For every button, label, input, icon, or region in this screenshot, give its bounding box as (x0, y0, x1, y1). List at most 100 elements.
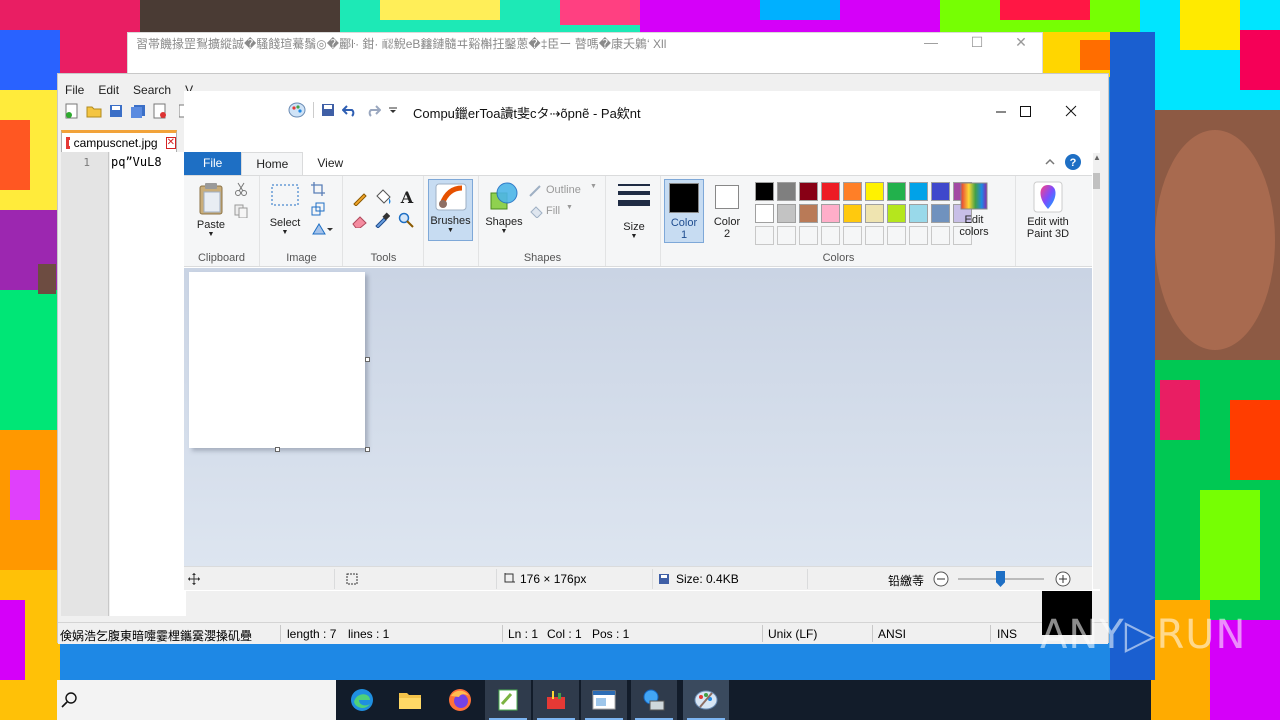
color2-button[interactable]: Color 2 (707, 179, 747, 243)
palette-empty-swatch[interactable] (931, 226, 950, 245)
palette-color-swatch[interactable] (821, 204, 840, 223)
palette-color-swatch[interactable] (843, 204, 862, 223)
edit-colors-label: Edit (964, 214, 984, 226)
select-button[interactable]: Select ▼ (267, 182, 303, 236)
close-file-icon[interactable] (150, 102, 170, 120)
palette-color-swatch[interactable] (777, 182, 796, 201)
resize-handle-right[interactable] (365, 357, 370, 362)
close-icon[interactable] (1048, 95, 1094, 127)
text-editor[interactable]: pq”VuL8 (110, 152, 186, 616)
menu-file[interactable]: File (58, 80, 91, 100)
new-file-icon[interactable] (62, 102, 82, 120)
notepadpp-taskbar-button[interactable] (485, 680, 531, 720)
size-button[interactable]: Size ▼ (615, 184, 653, 240)
help-icon[interactable]: ? (1064, 153, 1082, 171)
resize-handle-corner[interactable] (365, 447, 370, 452)
pencil-icon[interactable] (352, 190, 368, 206)
editor-content[interactable]: pq”VuL8 (110, 155, 162, 169)
rotate-icon[interactable] (311, 222, 333, 236)
menu-edit[interactable]: Edit (91, 80, 126, 100)
menu-search[interactable]: Search (126, 80, 178, 100)
collapse-ribbon-icon[interactable] (1044, 156, 1056, 168)
zoom-out-icon[interactable] (933, 571, 949, 587)
network-app-taskbar-button[interactable] (631, 680, 677, 720)
palette-color-swatch[interactable] (887, 182, 906, 201)
paste-button[interactable]: Paste ▼ (192, 182, 230, 238)
paint-taskbar-button[interactable] (683, 680, 729, 720)
zoom-slider-thumb[interactable] (996, 571, 1005, 587)
palette-color-swatch[interactable] (865, 204, 884, 223)
resize-handle-bottom[interactable] (275, 447, 280, 452)
tab-home[interactable]: Home (241, 152, 304, 175)
paint-window[interactable]: Compu鑞erToa讀t斐cタ⇢õpnẽ - Pa欸nt File Home … (184, 91, 1101, 591)
cut-icon[interactable] (234, 182, 248, 196)
tab-file[interactable]: File (184, 152, 242, 175)
file-icon (66, 136, 70, 149)
text-icon[interactable]: A (398, 188, 416, 206)
taskbar-search[interactable] (57, 680, 336, 720)
save-all-icon[interactable] (128, 102, 148, 120)
palette-color-swatch[interactable] (799, 204, 818, 223)
palette-empty-swatch[interactable] (799, 226, 818, 245)
vertical-scrollbar[interactable]: ▲ (1093, 153, 1101, 589)
explorer-taskbar-button[interactable] (387, 680, 433, 720)
save-icon[interactable] (106, 102, 126, 120)
canvas-area[interactable] (184, 268, 1092, 566)
palette-color-swatch[interactable] (799, 182, 818, 201)
outline-icon (529, 185, 541, 197)
zoom-in-icon[interactable] (1055, 571, 1071, 587)
palette-color-swatch[interactable] (931, 204, 950, 223)
edit-colors-button[interactable]: Edit colors (952, 181, 996, 238)
palette-color-swatch[interactable] (755, 182, 774, 201)
shapes-button[interactable]: Shapes ▼ (484, 179, 524, 235)
palette-color-swatch[interactable] (755, 204, 774, 223)
palette-color-swatch[interactable] (865, 182, 884, 201)
crop-icon[interactable] (311, 182, 325, 196)
palette-color-swatch[interactable] (887, 204, 906, 223)
edge-taskbar-button[interactable] (339, 680, 385, 720)
redo-icon[interactable] (365, 103, 381, 117)
palette-empty-swatch[interactable] (843, 226, 862, 245)
maximize-icon[interactable] (1002, 95, 1048, 127)
palette-empty-swatch[interactable] (865, 226, 884, 245)
palette-color-swatch[interactable] (909, 204, 928, 223)
brushes-button[interactable]: Brushes ▼ (428, 179, 473, 241)
tab-view[interactable]: View (303, 152, 357, 175)
minimize-icon[interactable]: — (908, 33, 954, 53)
palette-color-swatch[interactable] (931, 182, 950, 201)
copy-icon[interactable] (234, 204, 248, 218)
tab-campuscnet[interactable]: campuscnet.jpg ✕ (61, 130, 177, 152)
firefox-taskbar-button[interactable] (437, 680, 483, 720)
background-window[interactable]: 習帯饑掾罡鴷擴縱誠�騷餞瑄驀鬚◎�酈ŀ· 鉗· 𦓖鯢eB𨰻鏈髓ヰ谿槲抂鑿蔥�‡臣… (127, 32, 1043, 74)
close-icon[interactable]: ✕ (998, 33, 1044, 53)
open-file-icon[interactable] (84, 102, 104, 120)
maximize-icon[interactable]: ☐ (954, 33, 1000, 53)
tab-close-icon[interactable]: ✕ (165, 136, 176, 149)
palette-empty-swatch[interactable] (755, 226, 774, 245)
fill-bucket-icon[interactable] (374, 188, 392, 206)
palette-color-swatch[interactable] (909, 182, 928, 201)
customize-qat-icon[interactable] (388, 105, 398, 115)
color1-button[interactable]: Color 1 (664, 179, 704, 243)
palette-color-swatch[interactable] (777, 204, 796, 223)
palette-color-swatch[interactable] (821, 182, 840, 201)
edit-with-paint3d-button[interactable]: Edit with Paint 3D (1019, 181, 1077, 240)
color-picker-icon[interactable] (374, 212, 390, 228)
outline-label[interactable]: Outline (546, 184, 581, 196)
paint3d-label-2: Paint 3D (1026, 228, 1070, 240)
palette-empty-swatch[interactable] (887, 226, 906, 245)
palette-color-swatch[interactable] (843, 182, 862, 201)
fill-label[interactable]: Fill (546, 205, 560, 217)
palette-empty-swatch[interactable] (909, 226, 928, 245)
drawing-canvas[interactable] (189, 272, 365, 448)
palette-empty-swatch[interactable] (821, 226, 840, 245)
resize-icon[interactable] (311, 202, 325, 216)
save-icon[interactable] (321, 103, 335, 117)
window-taskbar-button[interactable] (581, 680, 627, 720)
magnifier-icon[interactable] (398, 212, 414, 228)
undo-icon[interactable] (342, 103, 358, 117)
palette-empty-swatch[interactable] (777, 226, 796, 245)
eraser-icon[interactable] (352, 214, 368, 228)
scrollbar-thumb[interactable] (1093, 173, 1100, 189)
app-taskbar-button[interactable] (533, 680, 579, 720)
